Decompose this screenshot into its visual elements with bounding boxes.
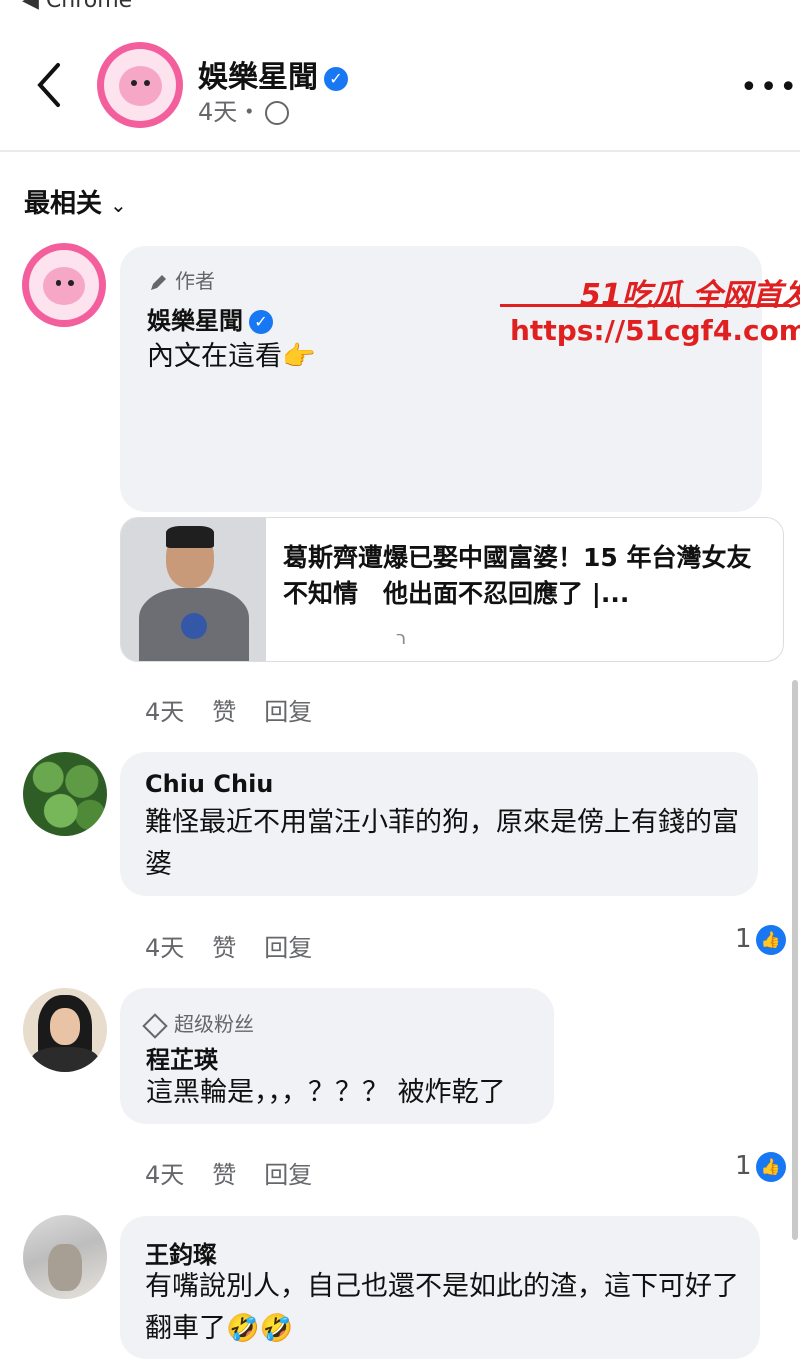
thumbs-up-icon: 👍	[755, 924, 786, 955]
commenter-avatar[interactable]	[22, 243, 106, 327]
chevron-left-icon[interactable]	[30, 60, 70, 110]
comment-text: 這黑輪是，，，？？？ 被炸乾了	[146, 1077, 506, 1108]
reply-button[interactable]: 回复	[264, 934, 312, 962]
sort-comments-dropdown[interactable]: 最相关 ⌄	[24, 183, 127, 220]
verified-badge-icon: ✓	[324, 66, 348, 91]
page-avatar[interactable]	[97, 42, 183, 128]
watermark-brand: 51吃瓜 全网首发	[580, 278, 800, 313]
commenter-name[interactable]: 王鈞璨	[145, 1235, 217, 1270]
page-name[interactable]: 娛樂星聞	[198, 60, 318, 95]
link-preview-card[interactable]: 葛斯齊遭爆已娶中國富婆！15 年台灣女友不知情 他出面不忍回應了 |... ר	[120, 517, 784, 662]
post-meta: 4天・	[198, 92, 290, 127]
comment-text: 有嘴說別人，自己也還不是如此的渣，這下可好了翻車了🤣🤣	[145, 1271, 739, 1344]
sort-label: 最相关	[24, 189, 103, 219]
comment-time[interactable]: 4天	[145, 934, 184, 962]
reply-button[interactable]: 回复	[264, 1161, 312, 1189]
comment-text: 內文在這看👉	[147, 341, 316, 372]
fan-badge: 超级粉丝	[142, 1008, 254, 1039]
comment-time[interactable]: 4天	[145, 1161, 184, 1189]
post-time: 4天・	[198, 98, 262, 126]
diamond-icon	[142, 1012, 168, 1039]
author-badge: 作者	[147, 265, 215, 294]
author-badge-label: 作者	[175, 269, 215, 293]
comment-actions: 4天赞回复	[145, 692, 340, 727]
commenter-name[interactable]: Chiu Chiu	[145, 770, 273, 798]
link-title[interactable]: 葛斯齊遭爆已娶中國富婆！15 年台灣女友不知情 他出面不忍回應了 |...	[283, 540, 763, 612]
like-count-value: 1	[735, 924, 752, 954]
globe-icon	[265, 101, 290, 125]
reaction-count[interactable]: 1 👍	[735, 1151, 786, 1182]
page-title[interactable]: 娛樂星聞 ✓	[198, 52, 348, 96]
comment-time[interactable]: 4天	[145, 698, 184, 726]
pencil-icon	[151, 274, 166, 290]
like-button[interactable]: 赞	[212, 698, 236, 726]
comment-text: 難怪最近不用當汪小菲的狗，原來是傍上有錢的富婆	[145, 807, 739, 880]
more-options-button[interactable]: •••	[740, 70, 799, 105]
chevron-down-icon: ⌄	[110, 193, 127, 217]
commenter-name[interactable]: 娛樂星聞	[147, 307, 243, 335]
reaction-count[interactable]: 1 👍	[735, 924, 786, 955]
comment-actions: 4天赞回复	[145, 928, 340, 963]
watermark-url: https://51cgf4.com	[510, 314, 800, 347]
fan-badge-label: 超级粉丝	[174, 1012, 254, 1036]
thumbs-up-icon: 👍	[755, 1151, 786, 1182]
comment-author-name[interactable]: 娛樂星聞 ✓	[147, 301, 273, 336]
scrollbar[interactable]	[792, 680, 798, 1240]
link-source: ר	[396, 628, 407, 649]
watermark-divider	[500, 304, 790, 307]
like-count-value: 1	[735, 1151, 752, 1181]
verified-badge-icon: ✓	[249, 310, 273, 334]
comment-actions: 4天赞回复	[145, 1155, 340, 1190]
commenter-avatar[interactable]	[23, 752, 107, 836]
commenter-name[interactable]: 程芷瑛	[146, 1040, 218, 1075]
like-button[interactable]: 赞	[212, 1161, 236, 1189]
reply-button[interactable]: 回复	[264, 698, 312, 726]
watermark: 51吃瓜 全网首发 https://51cgf4.com	[495, 270, 800, 360]
commenter-avatar[interactable]	[23, 988, 107, 1072]
like-button[interactable]: 赞	[212, 934, 236, 962]
commenter-avatar[interactable]	[23, 1215, 107, 1299]
post-header: 娛樂星聞 ✓ 4天・ •••	[0, 0, 800, 152]
link-thumbnail	[121, 518, 266, 661]
